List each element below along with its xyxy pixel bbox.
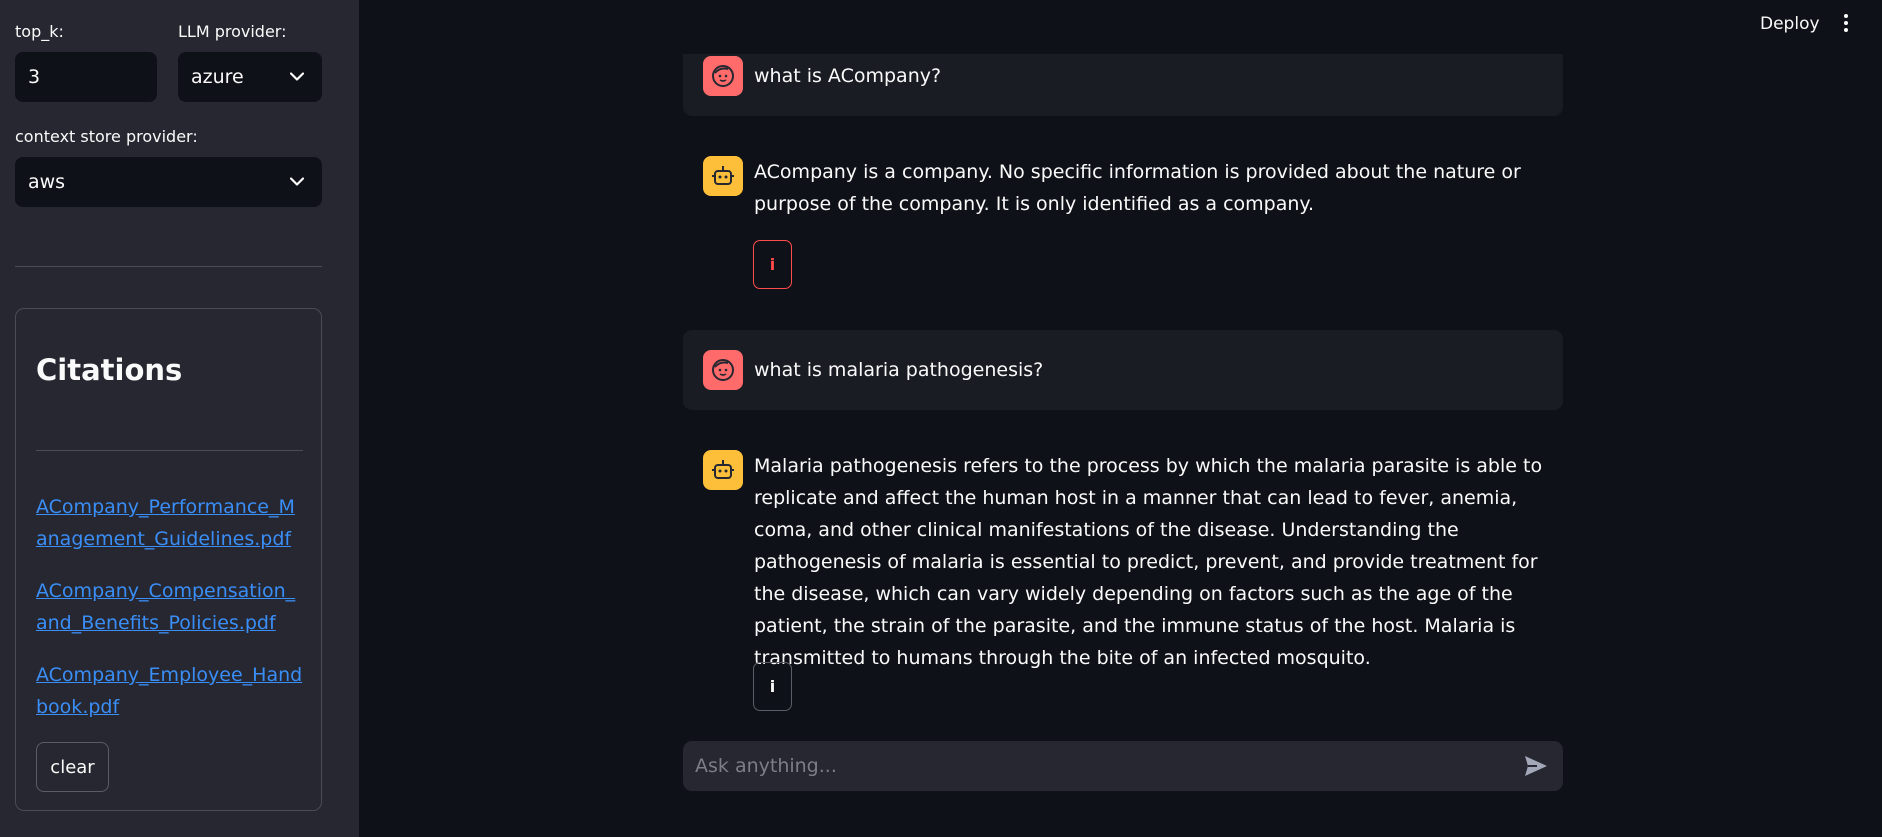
llm-provider-label: LLM provider: <box>178 22 287 41</box>
chat-input[interactable]: Ask anything... <box>683 741 1563 791</box>
context-store-select[interactable]: aws <box>15 157 322 207</box>
chevron-down-icon <box>290 72 304 81</box>
send-icon[interactable] <box>1523 754 1549 778</box>
assistant-message-text: ACompany is a company. No specific infor… <box>754 161 1521 215</box>
clear-button[interactable]: clear <box>36 742 109 792</box>
user-message-text: what is ACompany? <box>754 65 942 87</box>
user-face-icon <box>703 350 743 390</box>
citation-link[interactable]: ACompany_Compensation_and_Benefits_Polic… <box>36 575 304 639</box>
kebab-menu-icon[interactable] <box>1843 14 1849 36</box>
citations-title: Citations <box>36 353 183 387</box>
top-k-label: top_k: <box>15 22 64 41</box>
chat-input-placeholder: Ask anything... <box>695 755 837 777</box>
info-icon[interactable]: i <box>753 662 792 711</box>
citations-panel: Citations ACompany_Performance_Managemen… <box>15 308 322 811</box>
deploy-button[interactable]: Deploy <box>1760 14 1820 34</box>
context-store-label: context store provider: <box>15 127 198 146</box>
assistant-message-text: Malaria pathogenesis refers to the proce… <box>754 455 1543 669</box>
citation-link[interactable]: ACompany_Performance_Management_Guidelin… <box>36 491 304 555</box>
llm-provider-select[interactable]: azure <box>178 52 322 102</box>
chevron-down-icon <box>290 177 304 186</box>
top-k-input[interactable]: 3 <box>15 52 157 102</box>
robot-icon <box>703 450 743 490</box>
sidebar: top_k: 3 LLM provider: azure context sto… <box>0 0 359 837</box>
sidebar-divider <box>15 266 322 267</box>
citations-divider <box>36 450 303 451</box>
robot-icon <box>703 156 743 196</box>
context-store-value: aws <box>28 171 66 193</box>
user-face-icon <box>703 56 743 96</box>
llm-provider-value: azure <box>191 66 244 88</box>
info-icon[interactable]: i <box>753 240 792 289</box>
user-message-text: what is malaria pathogenesis? <box>754 359 1044 381</box>
citation-link[interactable]: ACompany_Employee_Handbook.pdf <box>36 659 304 723</box>
